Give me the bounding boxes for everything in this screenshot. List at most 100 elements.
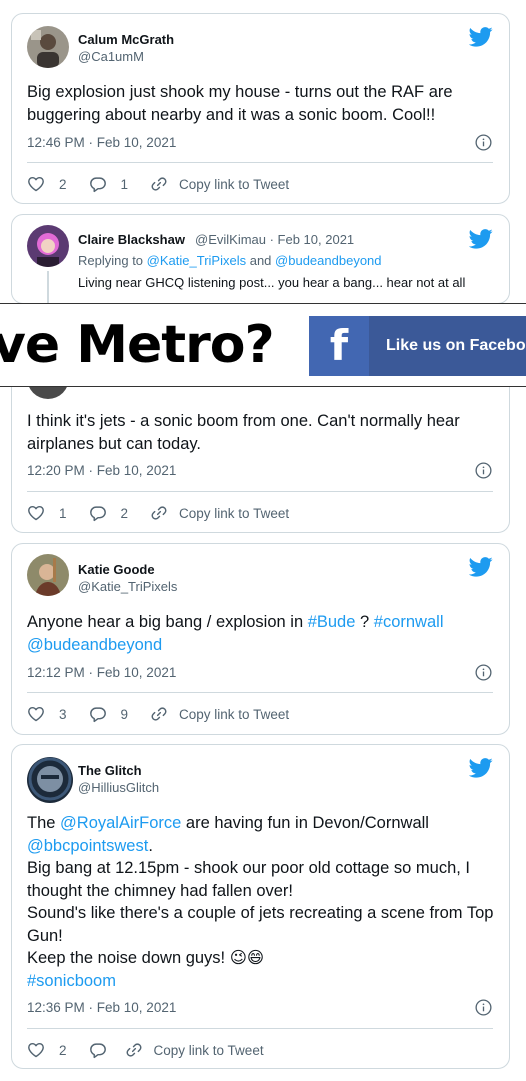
divider — [27, 692, 493, 693]
info-icon[interactable] — [475, 462, 492, 479]
copy-link-label: Copy link to Tweet — [179, 505, 290, 521]
reply-count: 2 — [120, 505, 129, 521]
text-segment: Sound's like there's a couple of jets re… — [27, 904, 494, 945]
avatar[interactable] — [27, 757, 73, 803]
author-handle[interactable]: @Ca1umM — [78, 49, 144, 64]
reply-button[interactable] — [89, 1041, 107, 1059]
like-count: 1 — [59, 505, 67, 521]
facebook-icon: f — [309, 316, 369, 376]
facebook-like-button[interactable]: f Like us on Facebook — [309, 316, 526, 376]
mention-link[interactable]: @RoyalAirForce — [60, 814, 181, 832]
heart-icon — [27, 705, 45, 723]
author-handle[interactable]: @Katie_TriPixels — [78, 579, 177, 594]
divider — [27, 1028, 493, 1029]
author-name[interactable]: The Glitch — [78, 763, 142, 778]
copy-link-button[interactable]: Copy link to Tweet — [125, 1041, 264, 1059]
tweet-card-glitch[interactable]: The Glitch @HilliusGlitch The @RoyalAirF… — [11, 744, 510, 1069]
divider — [27, 162, 493, 163]
mention-link[interactable]: @budeandbeyond — [27, 636, 162, 654]
tweet-actions: 2 1 Copy link to Tweet — [27, 174, 493, 194]
text-segment: Anyone hear a big bang / explosion in — [27, 613, 308, 631]
tweet-timestamp[interactable]: 12:20 PM · Feb 10, 2021 — [27, 463, 176, 478]
twitter-bird-icon[interactable] — [469, 557, 493, 577]
thread-line — [47, 271, 49, 303]
heart-icon — [27, 175, 45, 193]
mention-link[interactable]: @bbcpointswest — [27, 837, 148, 855]
avatar[interactable] — [27, 554, 69, 596]
reply-icon — [89, 705, 107, 723]
reply-button[interactable]: 2 — [89, 504, 129, 522]
reply-button[interactable]: 1 — [89, 175, 129, 193]
banner-headline: ve Metro? — [0, 315, 275, 375]
link-icon — [125, 1041, 143, 1059]
facebook-like-label: Like us on Facebook — [386, 337, 526, 354]
tweet-text: Anyone hear a big bang / explosion in #B… — [27, 611, 491, 656]
info-icon[interactable] — [475, 134, 492, 151]
avatar[interactable] — [27, 225, 69, 267]
tweet-text: Living near GHCQ listening post... you h… — [78, 275, 466, 290]
tweet-card-calum[interactable]: Calum McGrath @Ca1umM Big explosion just… — [11, 13, 510, 204]
reply-icon — [89, 504, 107, 522]
copy-link-button[interactable]: Copy link to Tweet — [150, 504, 289, 522]
tweet-card-claire[interactable]: Claire Blackshaw @EvilKimau · Feb 10, 20… — [11, 214, 510, 304]
author-name[interactable]: Claire Blackshaw — [78, 232, 185, 247]
hashtag-link[interactable]: #sonicboom — [27, 972, 116, 990]
tweet-actions: 3 9 Copy link to Tweet — [27, 704, 493, 724]
info-icon[interactable] — [475, 999, 492, 1016]
copy-link-button[interactable]: Copy link to Tweet — [150, 705, 289, 723]
text-segment: . — [148, 836, 153, 855]
reply-handle-link[interactable]: @budeandbeyond — [275, 253, 381, 268]
author-name[interactable]: Katie Goode — [78, 562, 155, 577]
twitter-bird-icon[interactable] — [469, 27, 493, 47]
like-button[interactable]: 2 — [27, 1041, 67, 1059]
tweet-text: I think it's jets - a sonic boom from on… — [27, 412, 460, 453]
heart-icon — [27, 504, 45, 522]
tweet-actions: 1 2 Copy link to Tweet — [27, 503, 493, 523]
reply-count: 1 — [120, 176, 129, 192]
tweet-text: Big explosion just shook my house - turn… — [27, 83, 453, 124]
emoji: 😉😄 — [229, 949, 265, 967]
copy-link-button[interactable]: Copy link to Tweet — [150, 175, 289, 193]
reply-prefix: Replying to — [78, 253, 144, 268]
link-icon — [150, 504, 168, 522]
divider — [27, 491, 493, 492]
copy-link-label: Copy link to Tweet — [179, 176, 290, 192]
author-handle-date[interactable]: @EvilKimau · Feb 10, 2021 — [195, 232, 354, 247]
tweet-timestamp[interactable]: 12:46 PM · Feb 10, 2021 — [27, 135, 176, 150]
tweet-card-katie[interactable]: Katie Goode @Katie_TriPixels Anyone hear… — [11, 543, 510, 735]
hashtag-link[interactable]: #cornwall — [374, 613, 444, 631]
reply-and: and — [249, 253, 272, 268]
heart-icon — [27, 1041, 45, 1059]
tweet-timestamp[interactable]: 12:36 PM · Feb 10, 2021 — [27, 1000, 176, 1015]
copy-link-label: Copy link to Tweet — [179, 706, 290, 722]
text-segment: The — [27, 814, 61, 832]
twitter-bird-icon[interactable] — [469, 229, 493, 249]
author-handle[interactable]: @HilliusGlitch — [78, 780, 159, 795]
text-segment: ? — [355, 613, 374, 631]
text-segment: are having fun in Devon/Cornwall — [181, 814, 429, 832]
twitter-bird-icon[interactable] — [469, 758, 493, 778]
reply-button[interactable]: 9 — [89, 705, 129, 723]
like-count: 3 — [59, 706, 67, 722]
hashtag-link[interactable]: #Bude — [308, 613, 356, 631]
like-count: 2 — [59, 176, 67, 192]
like-count: 2 — [59, 1042, 67, 1058]
avatar[interactable] — [27, 26, 69, 68]
replying-to: Replying to @Katie_TriPixels and @budean… — [78, 253, 382, 268]
text-segment: Keep the noise down guys! — [27, 949, 226, 967]
tweet-timestamp[interactable]: 12:12 PM · Feb 10, 2021 — [27, 665, 176, 680]
tweet-actions: 2 Copy link to Tweet — [27, 1040, 493, 1060]
link-icon — [150, 175, 168, 193]
like-button[interactable]: 3 — [27, 705, 67, 723]
link-icon — [150, 705, 168, 723]
info-icon[interactable] — [475, 664, 492, 681]
like-button[interactable]: 1 — [27, 504, 67, 522]
author-name[interactable]: Calum McGrath — [78, 32, 174, 47]
tweet-text: The @RoyalAirForce are having fun in Dev… — [27, 812, 497, 992]
copy-link-label: Copy link to Tweet — [153, 1042, 264, 1058]
promo-banner: ve Metro? f Like us on Facebook — [0, 303, 526, 387]
reply-count: 9 — [120, 706, 129, 722]
like-button[interactable]: 2 — [27, 175, 67, 193]
reply-handle-link[interactable]: @Katie_TriPixels — [147, 253, 246, 268]
reply-icon — [89, 1041, 107, 1059]
